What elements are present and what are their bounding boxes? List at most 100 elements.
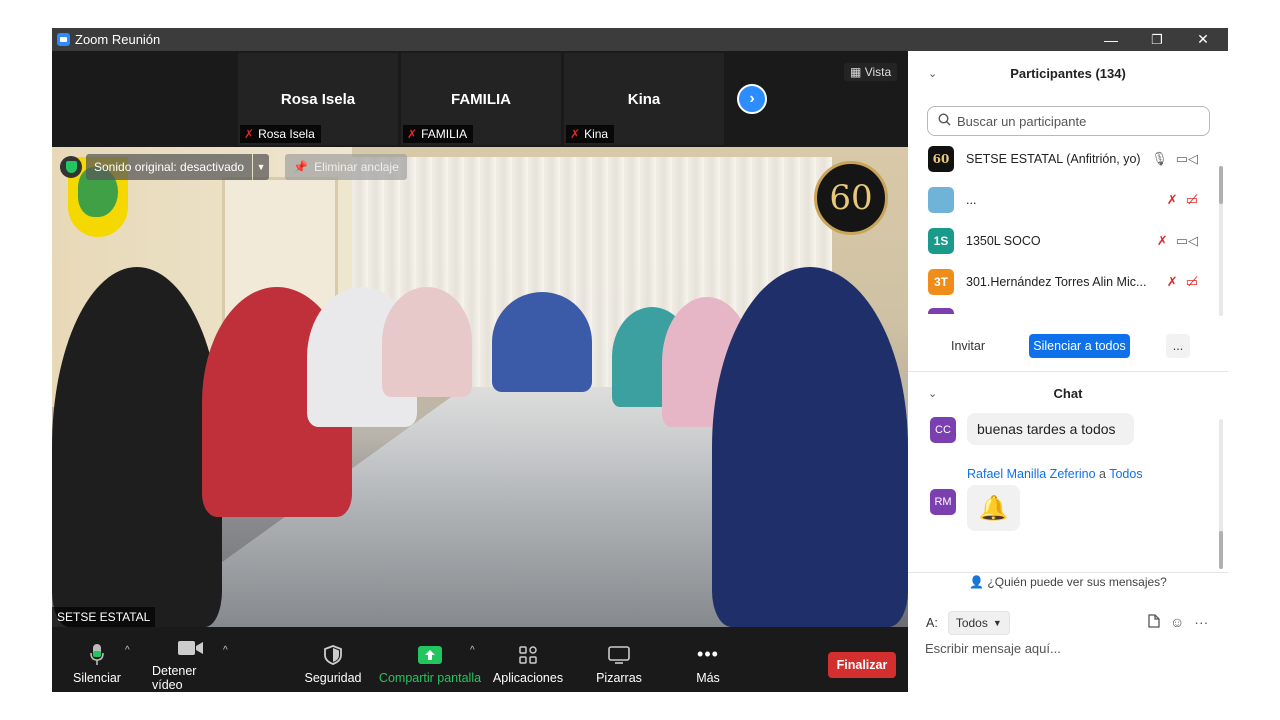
participant-avatar-partial bbox=[928, 308, 954, 314]
participant-search-input[interactable]: Buscar un participante bbox=[927, 106, 1210, 136]
security-button[interactable]: Seguridad bbox=[302, 636, 364, 692]
participant-name: SETSE ESTATAL (Anfitrión, yo) bbox=[966, 152, 1141, 166]
restore-button[interactable]: ❐ bbox=[1134, 28, 1180, 51]
share-screen-button[interactable]: Compartir pantalla bbox=[378, 636, 482, 692]
emoji-icon[interactable]: ☺ bbox=[1170, 614, 1184, 631]
apps-button[interactable]: Aplicaciones bbox=[492, 636, 564, 692]
whiteboards-button[interactable]: Pizarras bbox=[592, 636, 646, 692]
chat-header: Chat bbox=[1053, 386, 1083, 401]
chat-avatar: CC bbox=[930, 417, 956, 443]
participant-row[interactable]: 1S 1350L SOCO ✗ ▭◁ bbox=[928, 222, 1198, 260]
participant-thumbnail[interactable]: Kina ✗ Kina bbox=[564, 53, 724, 145]
audio-options-caret[interactable]: ^ bbox=[125, 645, 130, 656]
chat-tools: ☺ ··· bbox=[1148, 614, 1208, 631]
panel-divider bbox=[908, 572, 1228, 573]
video-person bbox=[52, 267, 222, 627]
chat-sender[interactable]: Rafael Manilla Zeferino bbox=[967, 467, 1096, 481]
chat-recipient-row: A: Todos ▼ bbox=[926, 611, 1010, 635]
thumbnail-strip: Rosa Isela ✗ Rosa Isela FAMILIA ✗ FAMILI… bbox=[52, 51, 908, 147]
whiteboard-icon bbox=[608, 644, 630, 666]
chevron-down-icon: ▼ bbox=[256, 162, 266, 172]
whiteboards-label: Pizarras bbox=[596, 670, 642, 685]
video-person bbox=[382, 287, 472, 397]
original-sound-button[interactable]: Sonido original: desactivado bbox=[86, 154, 253, 180]
share-options-caret[interactable]: ^ bbox=[470, 645, 475, 656]
video-options-caret[interactable]: ^ bbox=[223, 645, 228, 656]
participant-avatar: 3T bbox=[928, 269, 954, 295]
stop-video-label: Detener vídeo bbox=[152, 663, 197, 692]
participant-row[interactable]: 3T 301.Hernández Torres Alin Mic... ✗ ▭̸ bbox=[928, 263, 1198, 301]
recipient-select[interactable]: Todos ▼ bbox=[947, 611, 1010, 635]
invite-button[interactable]: Invitar bbox=[945, 334, 991, 358]
participant-row[interactable]: ... ✗ ▭̸ bbox=[928, 181, 1198, 219]
close-button[interactable]: ✕ bbox=[1180, 28, 1226, 51]
chevron-right-icon: › bbox=[749, 90, 755, 107]
microphone-icon bbox=[90, 643, 104, 666]
mic-muted-icon: ✗ bbox=[407, 127, 418, 141]
more-button[interactable]: ••• Más bbox=[686, 636, 730, 692]
video-off-icon: ▭̸ bbox=[1185, 192, 1198, 207]
unpin-label: Eliminar anclaje bbox=[314, 160, 399, 174]
stop-video-button[interactable]: Detener vídeo bbox=[152, 636, 230, 692]
more-dots-icon[interactable]: ··· bbox=[1194, 614, 1208, 631]
side-panel: ⌄ Participantes (134) Buscar un particip… bbox=[908, 51, 1228, 692]
participants-scroll-thumb[interactable] bbox=[1219, 166, 1223, 204]
mic-muted-icon: ✗ bbox=[570, 127, 581, 141]
shield-check-icon bbox=[60, 156, 82, 178]
file-icon[interactable] bbox=[1148, 614, 1160, 631]
search-placeholder: Buscar un participante bbox=[957, 113, 1087, 129]
mic-muted-icon: ✗ bbox=[1166, 274, 1178, 289]
participant-thumbnail[interactable]: Rosa Isela ✗ Rosa Isela bbox=[238, 53, 398, 145]
minimize-button[interactable]: — bbox=[1088, 28, 1134, 51]
to-label: A: bbox=[926, 616, 938, 630]
unpin-button[interactable]: 📌 Eliminar anclaje bbox=[285, 154, 407, 180]
chat-scroll-thumb[interactable] bbox=[1219, 531, 1223, 569]
window-title: Zoom Reunión bbox=[75, 32, 161, 47]
video-off-icon: ▭̸ bbox=[1185, 274, 1198, 289]
who-can-see-link[interactable]: 👤 ¿Quién puede ver sus mensajes? bbox=[908, 575, 1228, 589]
chat-scrollbar[interactable] bbox=[1219, 419, 1223, 569]
video-camera-icon: ▭◁ bbox=[1175, 151, 1198, 166]
participants-scrollbar[interactable] bbox=[1219, 166, 1223, 316]
participants-more-button[interactable]: ... bbox=[1166, 334, 1190, 358]
who-can-see-label: ¿Quién puede ver sus mensajes? bbox=[987, 575, 1167, 589]
video-camera-icon bbox=[178, 637, 204, 659]
more-label: Más bbox=[696, 670, 720, 685]
chat-bell-message: 🔔 bbox=[967, 485, 1020, 531]
chat-message-input[interactable]: Escribir mensaje aquí... bbox=[925, 641, 1061, 656]
meeting-toolbar: Silenciar ^ Detener vídeo ^ Seguridad Co… bbox=[52, 636, 908, 692]
zoom-logo-icon bbox=[57, 33, 70, 46]
sound-dropdown-button[interactable]: ▼ bbox=[253, 154, 270, 180]
thumbnail-name: FAMILIA bbox=[451, 91, 511, 108]
thumbnail-label-text: FAMILIA bbox=[421, 127, 468, 141]
anniversary-logo: 60 bbox=[814, 161, 888, 235]
participant-row[interactable]: 60 SETSE ESTATAL (Anfitrión, yo) 🎙 ▭◁ bbox=[928, 140, 1198, 178]
mic-muted-icon: ✗ bbox=[1166, 192, 1178, 207]
participant-avatar: 60 bbox=[928, 146, 954, 172]
participant-thumbnail[interactable]: FAMILIA ✗ FAMILIA bbox=[401, 53, 561, 145]
apps-icon bbox=[519, 644, 537, 666]
view-button-label: Vista bbox=[864, 65, 892, 79]
recipient-select-value: Todos bbox=[955, 616, 988, 630]
mic-muted-icon: ✗ bbox=[1156, 233, 1168, 248]
participant-avatar bbox=[928, 187, 954, 213]
thumbnail-label-text: Kina bbox=[584, 127, 609, 141]
mute-label: Silenciar bbox=[73, 670, 121, 685]
video-person bbox=[712, 267, 908, 627]
chat-message: buenas tardes a todos bbox=[967, 413, 1134, 445]
chat-to-word: a bbox=[1099, 467, 1106, 481]
mute-button[interactable]: Silenciar bbox=[72, 636, 122, 692]
next-page-button[interactable]: › bbox=[737, 84, 767, 114]
thumbnail-label-text: Rosa Isela bbox=[258, 127, 315, 141]
view-button[interactable]: ▦ Vista bbox=[844, 63, 898, 81]
thumbnail-label: ✗ Rosa Isela bbox=[240, 125, 321, 143]
video-camera-icon: ▭◁ bbox=[1175, 233, 1198, 248]
end-meeting-button[interactable]: Finalizar bbox=[828, 652, 896, 678]
more-dots-icon: ••• bbox=[697, 644, 719, 664]
title-bar: Zoom Reunión — ❐ ✕ bbox=[52, 28, 1228, 51]
mute-all-button[interactable]: Silenciar a todos bbox=[1029, 334, 1130, 358]
shield-icon bbox=[324, 644, 342, 666]
participants-header: Participantes (134) bbox=[1010, 66, 1126, 81]
participant-name: 301.Hernández Torres Alin Mic... bbox=[966, 275, 1147, 289]
microphone-icon: 🎙 bbox=[1151, 151, 1168, 166]
